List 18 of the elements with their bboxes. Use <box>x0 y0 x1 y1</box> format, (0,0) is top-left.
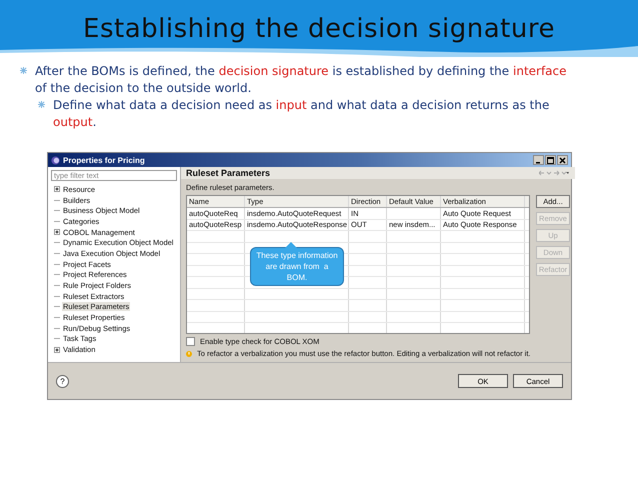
bullet-text: After the BOMs is defined, the decision signature is established by defining the interface of the decision to the outside world. <box>35 63 568 97</box>
help-button[interactable]: ? <box>56 374 69 388</box>
checkbox[interactable] <box>186 337 195 346</box>
minimize-button[interactable] <box>533 155 544 165</box>
page-title: Ruleset Parameters <box>186 168 270 178</box>
expand-icon[interactable] <box>54 346 60 353</box>
slide-title: Establishing the decision signature <box>83 14 555 44</box>
app-icon <box>51 156 60 164</box>
maximize-icon <box>547 156 554 164</box>
expand-icon[interactable] <box>54 229 60 236</box>
expand-icon[interactable] <box>54 186 60 192</box>
maximize-button[interactable] <box>545 155 556 165</box>
close-icon <box>559 156 566 164</box>
bullet-text: Define what data a decision need as input and what data a decision returns as the output. <box>53 97 550 131</box>
callout-text: These type information are drawn from a BOM. <box>256 251 339 282</box>
window-title: Properties for Pricing <box>63 156 146 164</box>
close-button[interactable] <box>557 155 568 165</box>
warning-icon <box>186 350 192 356</box>
